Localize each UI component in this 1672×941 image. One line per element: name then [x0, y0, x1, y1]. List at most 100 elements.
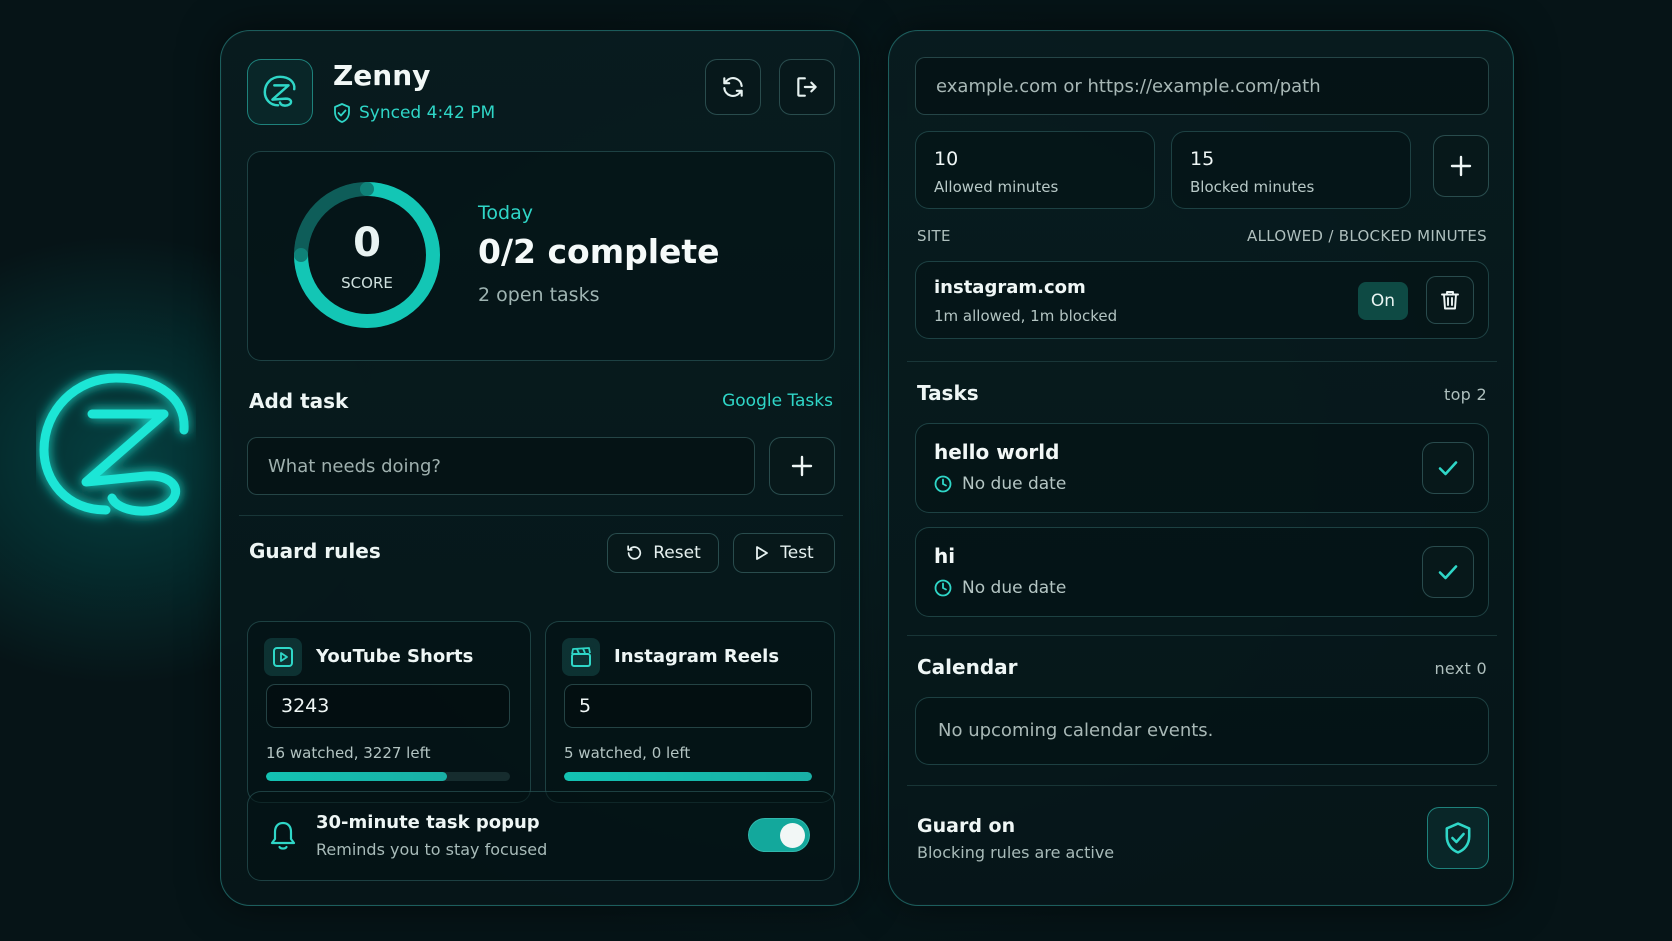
rule-card-youtube-shorts: YouTube Shorts 3243 16 watched, 3227 lef… [247, 621, 531, 803]
add-task-button[interactable] [769, 437, 835, 495]
allowed-minutes-value: 10 [934, 148, 959, 170]
rule-progress-bar [564, 772, 812, 781]
task-due: No due date [934, 474, 1066, 494]
calendar-empty-text: No upcoming calendar events. [938, 720, 1214, 741]
trash-icon [1441, 291, 1459, 310]
guard-status-title: Guard on [917, 815, 1016, 837]
clock-icon [934, 475, 952, 493]
check-icon [1438, 461, 1458, 476]
open-tasks-count: 2 open tasks [478, 284, 600, 306]
site-rules-panel: example.com or https://example.com/path … [888, 30, 1514, 906]
rule-limit-value: 3243 [281, 695, 330, 717]
plus-icon [791, 455, 813, 477]
score-value: 0 [353, 220, 381, 266]
task-popup-card: 30-minute task popup Reminds you to stay… [247, 791, 835, 881]
popup-title: 30-minute task popup [316, 812, 540, 833]
zenny-logo-icon [39, 373, 189, 516]
google-tasks-link[interactable]: Google Tasks [722, 391, 833, 411]
task-item: hello world No due date [915, 423, 1489, 513]
popup-toggle[interactable] [748, 818, 810, 852]
task-item: hi No due date [915, 527, 1489, 617]
sync-status-text: Synced 4:42 PM [359, 103, 496, 123]
today-label: Today [478, 202, 533, 224]
rule-limit-input[interactable]: 3243 [266, 684, 510, 728]
rule-progress-fill [564, 772, 812, 781]
test-button[interactable]: Test [733, 533, 835, 573]
shield-check-icon [1445, 822, 1471, 854]
calendar-events-box: No upcoming calendar events. [915, 697, 1489, 765]
task-input-placeholder: What needs doing? [268, 455, 441, 477]
task-due-text: No due date [962, 474, 1067, 494]
rule-card-instagram-reels: Instagram Reels 5 5 watched, 0 left [545, 621, 835, 803]
reset-button[interactable]: Reset [607, 533, 719, 573]
allowed-minutes-field[interactable]: 10 Allowed minutes [915, 131, 1155, 209]
refresh-icon [723, 77, 743, 97]
site-row: instagram.com 1m allowed, 1m blocked On [915, 261, 1489, 339]
clock-icon [934, 579, 952, 597]
reset-icon [627, 545, 642, 560]
play-icon [756, 546, 769, 560]
task-input[interactable]: What needs doing? [247, 437, 755, 495]
rule-progress-fill [266, 772, 447, 781]
site-url-input[interactable]: example.com or https://example.com/path [915, 57, 1489, 115]
complete-task-button[interactable] [1422, 546, 1474, 598]
divider [907, 785, 1497, 786]
zenny-logo-icon [263, 75, 296, 107]
refresh-button[interactable] [705, 59, 761, 115]
site-name: instagram.com [934, 277, 1086, 298]
bell-icon [270, 821, 296, 850]
task-due: No due date [934, 578, 1066, 598]
completion-summary: 0/2 complete [478, 232, 720, 271]
divider [239, 515, 843, 516]
calendar-count: next 0 [1434, 659, 1487, 678]
main-panel: Zenny Synced 4:42 PM 0 SCORE Today 0/2 c… [220, 30, 860, 906]
video-icon [264, 638, 302, 676]
app-logo [247, 59, 313, 125]
site-column-header: SITE [917, 227, 951, 245]
rule-name: Instagram Reels [614, 646, 780, 667]
app-name: Zenny [333, 59, 431, 92]
allowed-minutes-label: Allowed minutes [934, 178, 1059, 196]
blocked-minutes-value: 15 [1190, 148, 1215, 170]
task-title: hello world [934, 440, 1060, 464]
popup-subtitle: Reminds you to stay focused [316, 840, 548, 859]
rule-limit-value: 5 [579, 695, 592, 717]
blocked-minutes-label: Blocked minutes [1190, 178, 1315, 196]
shield-check-icon [334, 103, 350, 123]
guard-status-subtitle: Blocking rules are active [917, 843, 1115, 862]
plus-icon [1450, 155, 1472, 177]
sync-status: Synced 4:42 PM [333, 103, 495, 123]
site-url-placeholder: example.com or https://example.com/path [936, 75, 1321, 97]
guard-toggle-button[interactable] [1427, 807, 1489, 869]
test-label: Test [780, 543, 814, 563]
rule-status: 5 watched, 0 left [564, 744, 691, 762]
add-site-button[interactable] [1433, 135, 1489, 197]
complete-task-button[interactable] [1422, 442, 1474, 494]
add-task-title: Add task [249, 389, 349, 413]
logout-icon [797, 77, 817, 97]
site-detail: 1m allowed, 1m blocked [934, 307, 1118, 325]
task-title: hi [934, 544, 956, 568]
score-label: SCORE [341, 274, 393, 292]
site-state-label: On [1370, 291, 1396, 311]
blocked-minutes-field[interactable]: 15 Blocked minutes [1171, 131, 1411, 209]
divider [907, 635, 1497, 636]
rule-limit-input[interactable]: 5 [564, 684, 812, 728]
guard-rules-title: Guard rules [249, 539, 381, 563]
check-icon [1438, 565, 1458, 580]
delete-site-button[interactable] [1426, 276, 1474, 324]
rule-name: YouTube Shorts [316, 646, 474, 667]
minutes-column-header: ALLOWED / BLOCKED MINUTES [1247, 227, 1487, 245]
clapperboard-icon [562, 638, 600, 676]
logout-button[interactable] [779, 59, 835, 115]
site-toggle-button[interactable]: On [1358, 282, 1408, 320]
rule-status: 16 watched, 3227 left [266, 744, 431, 762]
task-due-text: No due date [962, 578, 1067, 598]
tasks-title: Tasks [917, 381, 979, 405]
score-card: 0 SCORE Today 0/2 complete 2 open tasks [247, 151, 835, 361]
reset-label: Reset [653, 543, 701, 563]
toggle-knob [780, 823, 805, 848]
tasks-count: top 2 [1444, 385, 1487, 404]
divider [907, 361, 1497, 362]
calendar-title: Calendar [917, 655, 1018, 679]
